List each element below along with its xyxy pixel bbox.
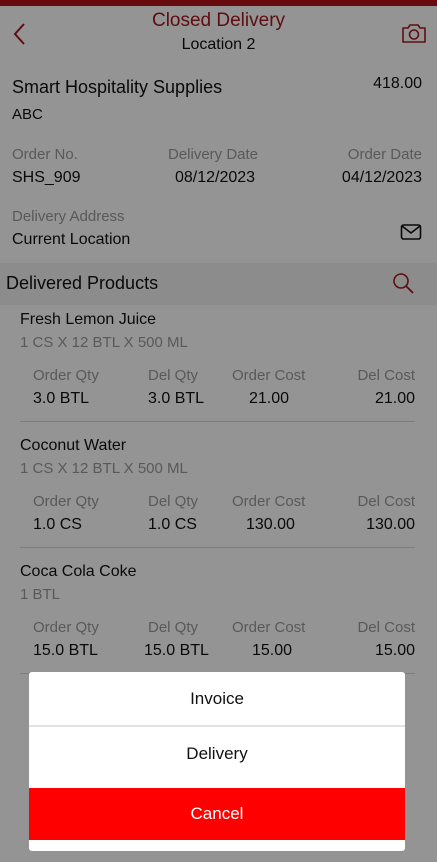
- cancel-button[interactable]: Cancel: [29, 788, 405, 840]
- divider: [29, 725, 405, 727]
- action-sheet: Invoice Delivery Cancel: [29, 672, 405, 851]
- invoice-button[interactable]: Invoice: [29, 673, 405, 725]
- delivery-button[interactable]: Delivery: [29, 728, 405, 780]
